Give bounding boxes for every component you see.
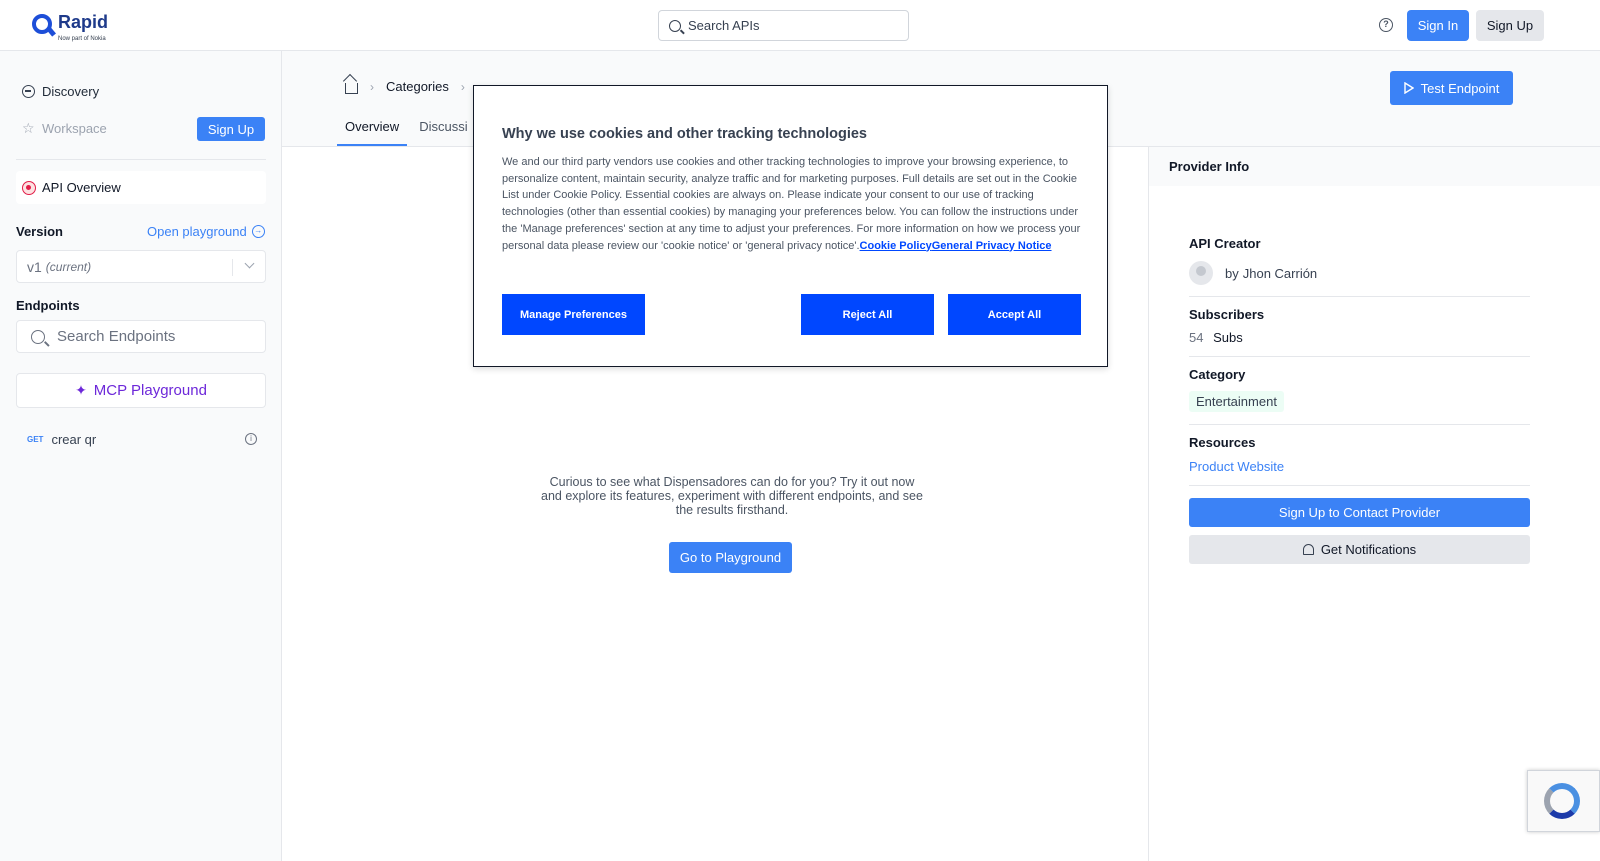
divider — [1189, 296, 1530, 297]
provider-info-panel: Provider Info API Creator by Jhon Carrió… — [1148, 147, 1600, 861]
search-icon — [669, 19, 681, 32]
search-icon — [31, 329, 45, 344]
tab-overview[interactable]: Overview — [337, 111, 408, 146]
divider — [1189, 356, 1530, 357]
test-endpoint-label: Test Endpoint — [1420, 80, 1500, 96]
category-label: Category — [1189, 367, 1246, 382]
cookie-body-text: We and our third party vendors use cooki… — [502, 156, 1081, 252]
api-overview-item[interactable]: API Overview — [16, 171, 266, 204]
subscribers-label: Subscribers — [1189, 307, 1265, 322]
go-to-playground-button[interactable]: Go to Playground — [669, 542, 792, 573]
rapid-logo[interactable]: Rapid Now part of Nokia — [32, 12, 109, 42]
get-notifications-label: Get Notifications — [1320, 542, 1417, 557]
contact-provider-button[interactable]: Sign Up to Contact Provider — [1189, 498, 1530, 527]
sidebar-item-discovery[interactable]: Discovery — [22, 84, 99, 99]
bell-icon — [1302, 544, 1314, 555]
sign-up-button[interactable]: Sign Up — [1476, 10, 1544, 41]
globe-icon — [22, 85, 35, 98]
logo-subtitle: Now part of Nokia — [58, 36, 106, 42]
api-overview-label: API Overview — [42, 180, 121, 195]
chevron-down-icon — [244, 258, 255, 269]
sidebar-item-label: Discovery — [42, 84, 100, 99]
avatar — [1189, 261, 1213, 285]
subscribers-value: 54 Subs — [1189, 330, 1243, 345]
version-select[interactable]: v1 (current) — [16, 250, 266, 283]
api-creator[interactable]: by Jhon Carrión — [1189, 261, 1317, 285]
search-apis-input[interactable]: Search APIs — [658, 10, 909, 41]
creator-by: by — [1225, 265, 1239, 281]
mcp-playground-button[interactable]: ✦ MCP Playground — [16, 373, 266, 408]
creator-name: Jhon Carrión — [1242, 265, 1318, 281]
open-playground-label: Open playground — [147, 224, 247, 239]
sparkle-icon: ✦ — [75, 382, 87, 398]
provider-info-title: Provider Info — [1149, 147, 1600, 186]
product-website-link[interactable]: Product Website — [1189, 459, 1284, 474]
rapid-logo-icon — [32, 14, 52, 34]
search-placeholder: Search APIs — [688, 18, 760, 33]
resources-label: Resources — [1189, 435, 1256, 450]
arrow-right-circle-icon: → — [251, 225, 265, 238]
version-note: (current) — [45, 259, 92, 274]
sidebar: Discovery ☆ Workspace Sign Up API Overvi… — [0, 51, 282, 861]
info-icon[interactable]: i — [245, 433, 257, 445]
manage-preferences-button[interactable]: Manage Preferences — [502, 294, 645, 335]
chevron-right-icon: › — [370, 79, 374, 94]
sign-in-button[interactable]: Sign In — [1407, 10, 1469, 41]
divider — [16, 159, 266, 160]
test-endpoint-button[interactable]: Test Endpoint — [1390, 71, 1513, 105]
sidebar-item-workspace[interactable]: ☆ Workspace — [22, 121, 107, 136]
privacy-notice-link[interactable]: General Privacy Notice — [932, 240, 1052, 252]
endpoint-name: crear qr — [51, 431, 97, 447]
chevron-right-icon: › — [460, 79, 465, 94]
mcp-playground-label: MCP Playground — [93, 382, 207, 399]
sidebar-sign-up-button[interactable]: Sign Up — [197, 117, 265, 141]
accept-all-button[interactable]: Accept All — [948, 294, 1081, 335]
open-playground-link[interactable]: Open playground → — [147, 224, 265, 239]
endpoint-item[interactable]: GET crear qr i — [16, 427, 266, 451]
star-icon: ☆ — [22, 120, 35, 136]
breadcrumb-categories[interactable]: Categories — [386, 79, 449, 94]
cookie-dialog-body: We and our third party vendors use cooki… — [502, 154, 1082, 254]
home-icon[interactable] — [345, 83, 358, 94]
version-label: Version — [16, 224, 63, 239]
recaptcha-badge[interactable] — [1527, 770, 1600, 832]
playground-promo-text: Curious to see what Dispensadores can do… — [541, 475, 923, 517]
divider — [1189, 424, 1530, 425]
reject-all-button[interactable]: Reject All — [801, 294, 934, 335]
logo-text: Rapid — [58, 12, 109, 32]
version-value: v1 — [27, 258, 42, 275]
get-notifications-button[interactable]: Get Notifications — [1189, 535, 1530, 564]
select-separator — [232, 259, 233, 276]
cookie-dialog-title: Why we use cookies and other tracking te… — [502, 126, 867, 142]
subscribers-unit: Subs — [1213, 330, 1243, 345]
cookie-policy-link[interactable]: Cookie Policy — [860, 240, 932, 252]
tabs: Overview Discussi — [337, 111, 480, 146]
sidebar-item-label: Workspace — [42, 121, 107, 136]
divider — [1189, 485, 1530, 486]
search-endpoints-placeholder: Search Endpoints — [57, 328, 176, 345]
help-icon[interactable]: ? — [1379, 18, 1393, 32]
http-method-badge: GET — [27, 434, 44, 444]
top-navbar: Rapid Now part of Nokia Search APIs ? Si… — [0, 0, 1600, 51]
tab-discussions[interactable]: Discussi — [411, 111, 475, 146]
search-endpoints-input[interactable]: Search Endpoints — [16, 320, 266, 353]
category-badge[interactable]: Entertainment — [1189, 391, 1284, 412]
cookie-consent-dialog: Why we use cookies and other tracking te… — [473, 85, 1108, 367]
endpoints-label: Endpoints — [16, 298, 80, 313]
play-icon — [1403, 82, 1414, 94]
subscribers-count: 54 — [1189, 330, 1204, 345]
api-logo-icon — [22, 180, 36, 195]
api-creator-label: API Creator — [1189, 236, 1261, 251]
recaptcha-icon — [1544, 783, 1580, 819]
